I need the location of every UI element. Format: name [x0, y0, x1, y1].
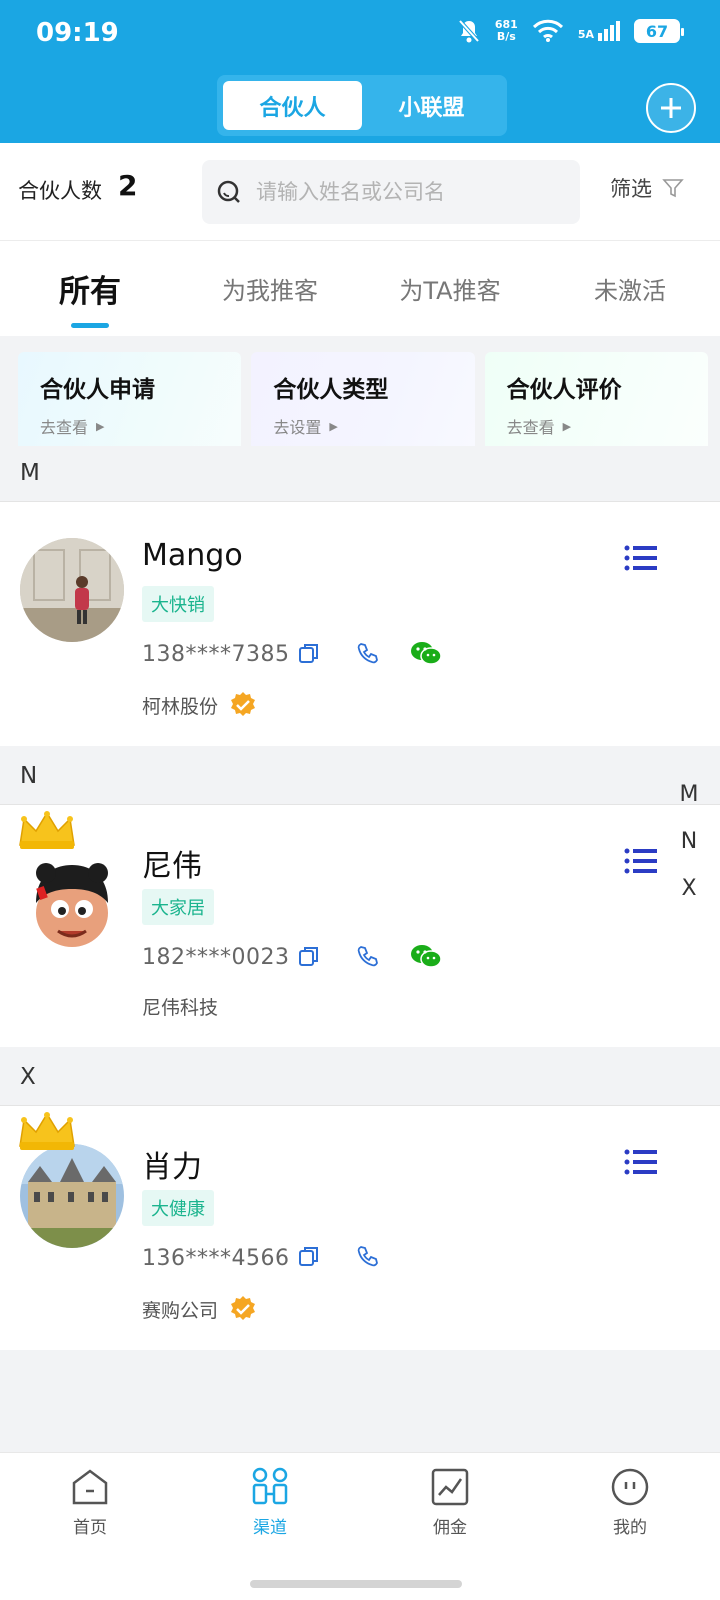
- industry-tag: 大家居: [142, 889, 214, 925]
- search-input[interactable]: [254, 179, 554, 205]
- tab-alliance[interactable]: 小联盟: [362, 81, 501, 130]
- avatar: [20, 1144, 124, 1248]
- home-indicator[interactable]: [250, 1580, 462, 1588]
- wifi-icon: [532, 19, 563, 42]
- app-header: 09:19 681 B/s 5A 67 合伙人 小联盟: [0, 0, 720, 143]
- nav-commission[interactable]: 佣金: [360, 1453, 540, 1600]
- nav-label: 佣金: [433, 1518, 467, 1538]
- card-link: 去设置 ▶: [273, 418, 338, 437]
- bottom-navigation: 首页 渠道 佣金 我的: [0, 1452, 720, 1600]
- phone-icon[interactable]: [356, 1244, 380, 1268]
- arrow-right-icon: ▶: [562, 419, 572, 433]
- tab-recommend-for-me[interactable]: 为我推客: [180, 241, 360, 336]
- section-header-x: X: [0, 1050, 720, 1106]
- phone-number: 138****7385: [142, 642, 290, 667]
- wechat-icon[interactable]: [410, 943, 442, 969]
- industry-tag: 大健康: [142, 1190, 214, 1226]
- tab-inactive[interactable]: 未激活: [540, 241, 720, 336]
- status-time: 09:19: [36, 18, 119, 48]
- arrow-right-icon: ▶: [96, 419, 105, 433]
- index-letter-x[interactable]: X: [676, 876, 702, 923]
- header-segment-control: 合伙人 小联盟: [217, 75, 507, 136]
- crown-badge-icon: [19, 811, 75, 849]
- copy-icon[interactable]: [298, 642, 320, 664]
- nav-label: 首页: [73, 1518, 107, 1538]
- nav-mine[interactable]: 我的: [540, 1453, 720, 1600]
- phone-number: 136****4566: [142, 1246, 290, 1271]
- tab-recommend-for-them[interactable]: 为TA推客: [360, 241, 540, 336]
- nav-channel[interactable]: 渠道: [180, 1453, 360, 1600]
- verified-badge-icon: [231, 692, 256, 716]
- search-icon: [217, 180, 240, 203]
- mute-notification-icon: [458, 19, 480, 43]
- list-menu-icon[interactable]: [624, 544, 658, 572]
- nav-home[interactable]: 首页: [0, 1453, 180, 1600]
- filter-funnel-icon: [662, 179, 684, 198]
- list-menu-icon[interactable]: [624, 847, 658, 875]
- filter-label: 筛选: [610, 177, 652, 201]
- list-item[interactable]: Mango 大快销 138****7385 柯林股份: [0, 502, 720, 746]
- phone-icon[interactable]: [356, 944, 380, 968]
- section-header-n: N: [0, 749, 720, 805]
- arrow-right-icon: ▶: [329, 419, 338, 433]
- industry-tag: 大快销: [142, 586, 214, 622]
- partner-count-label: 合伙人数: [18, 179, 102, 203]
- contact-actions: [298, 943, 442, 969]
- signal-icon: 5A: [578, 21, 620, 41]
- card-title: 合伙人申请: [40, 377, 155, 403]
- status-icons: 681 B/s 5A 67: [457, 18, 684, 44]
- section-header-m: M: [0, 446, 720, 502]
- nav-label: 渠道: [253, 1518, 287, 1538]
- card-link: 去查看 ▶: [506, 418, 572, 437]
- card-partner-type[interactable]: 合伙人类型 去设置 ▶: [251, 352, 475, 454]
- company-name: 赛购公司: [142, 1294, 258, 1324]
- net-speed: 681 B/s: [494, 18, 518, 43]
- phone-number: 182****0023: [142, 945, 290, 970]
- card-partner-review[interactable]: 合伙人评价 去查看 ▶: [484, 352, 708, 454]
- wechat-icon[interactable]: [410, 640, 442, 666]
- chart-trend-icon: [431, 1468, 469, 1506]
- card-partner-application[interactable]: 合伙人申请 去查看 ▶: [18, 352, 242, 454]
- copy-icon[interactable]: [298, 945, 320, 967]
- list-item[interactable]: 肖力 大健康 136****4566 赛购公司: [0, 1106, 720, 1350]
- search-toolbar: 合伙人数 2 筛选: [0, 143, 720, 241]
- contact-actions: [298, 640, 442, 666]
- nav-label: 我的: [613, 1518, 647, 1538]
- battery-icon: 67: [634, 19, 684, 43]
- verified-badge-icon: [231, 1296, 256, 1320]
- crown-badge-icon: [19, 1112, 75, 1150]
- card-title: 合伙人类型: [273, 377, 389, 403]
- company-name: 柯林股份: [142, 690, 258, 720]
- card-title: 合伙人评价: [506, 377, 622, 403]
- phone-icon[interactable]: [356, 641, 380, 665]
- tab-partners[interactable]: 合伙人: [223, 81, 362, 130]
- copy-icon[interactable]: [298, 1245, 320, 1267]
- profile-icon: [611, 1468, 649, 1506]
- company-name: 尼伟科技: [142, 997, 219, 1019]
- plus-icon: [661, 98, 681, 118]
- contact-name: Mango: [142, 538, 243, 573]
- index-letter-n[interactable]: N: [676, 829, 702, 876]
- channel-icon: [252, 1467, 288, 1505]
- filter-button[interactable]: 筛选: [610, 173, 684, 203]
- avatar: [20, 851, 124, 955]
- add-button[interactable]: [646, 83, 696, 133]
- filter-tabs: 所有 为我推客 为TA推客 未激活: [0, 241, 720, 336]
- search-box[interactable]: [202, 160, 580, 224]
- contact-actions: [298, 1244, 380, 1268]
- feature-cards: 合伙人申请 去查看 ▶ 合伙人类型 去设置 ▶ 合伙人评价 去查看 ▶: [18, 352, 708, 454]
- alphabet-index-bar: M N X: [676, 782, 702, 923]
- contact-name: 肖力: [142, 1150, 202, 1185]
- index-letter-m[interactable]: M: [676, 782, 702, 829]
- home-icon: [72, 1469, 108, 1505]
- partner-count: 2: [118, 169, 138, 202]
- contact-name: 尼伟: [142, 849, 202, 884]
- list-menu-icon[interactable]: [624, 1148, 658, 1176]
- list-item[interactable]: 尼伟 大家居 182****0023 尼伟科技: [0, 805, 720, 1047]
- avatar: [20, 538, 124, 642]
- tab-all[interactable]: 所有: [0, 241, 180, 336]
- card-link: 去查看 ▶: [40, 418, 105, 437]
